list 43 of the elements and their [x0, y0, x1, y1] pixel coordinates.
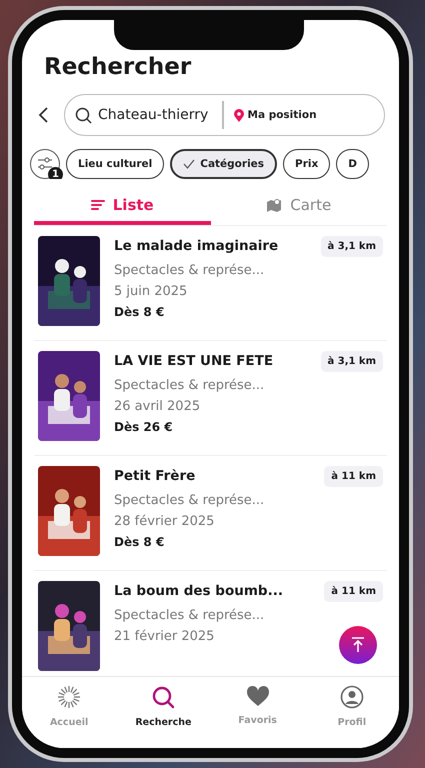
list-icon [90, 199, 105, 211]
filter-chip[interactable]: Prix [283, 149, 330, 179]
event-category: Spectacles & représe... [114, 263, 266, 278]
page-title: Rechercher [44, 54, 192, 80]
filter-chip[interactable]: Lieu culturel [66, 149, 164, 179]
event-price: Dès 26 € [114, 420, 174, 434]
event-date: 5 juin 2025 [114, 284, 188, 299]
sun-icon [57, 685, 82, 709]
search-icon [151, 685, 176, 709]
view-tab[interactable]: Carte [210, 189, 387, 225]
sliders-icon [37, 157, 53, 171]
view-tab[interactable]: Liste [34, 189, 210, 225]
heart-icon [246, 685, 270, 707]
map-icon [266, 198, 282, 212]
event-price: Dès 8 € [114, 535, 166, 549]
event-title[interactable]: Le malade imaginaire [114, 236, 278, 254]
scroll-to-top-button[interactable] [339, 626, 377, 664]
event-date: 26 avril 2025 [114, 399, 202, 414]
filter-chip[interactable]: Catégories [170, 149, 278, 179]
search-field[interactable]: Chateau-thierry Ma position [64, 94, 385, 136]
event-category: Spectacles & représe... [114, 493, 266, 508]
nav-item[interactable]: Recherche [116, 685, 210, 734]
distance-tag: à 3,1 km [320, 351, 383, 372]
event-title[interactable]: Petit Frère [114, 466, 196, 484]
distance-tag: à 11 km [324, 466, 383, 487]
event-category: Spectacles & représe... [114, 378, 266, 393]
search-icon [75, 106, 92, 124]
location-pin-icon [234, 108, 244, 122]
filter-chip[interactable]: D [336, 149, 370, 179]
event-date: 21 février 2025 [114, 629, 216, 644]
event-title[interactable]: LA VIE EST UNE FETE [114, 351, 274, 369]
event-title[interactable]: La boum des boumb... [114, 581, 283, 599]
distance-tag: à 11 km [324, 581, 383, 602]
event-date: 28 février 2025 [114, 514, 216, 529]
filter-count-badge: 1 [48, 167, 63, 179]
event-price: Dès 8 € [114, 305, 166, 319]
location-button[interactable]: Ma position [232, 108, 319, 122]
profile-icon [340, 685, 364, 709]
arrow-up-icon [351, 637, 365, 653]
distance-tag: à 3,1 km [320, 236, 383, 257]
filter-button[interactable]: 1 [30, 149, 60, 179]
event-category: Spectacles & représe... [114, 608, 266, 623]
check-icon [183, 159, 196, 169]
